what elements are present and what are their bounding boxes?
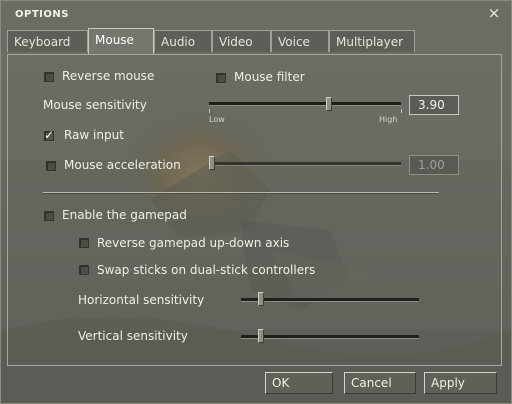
close-icon[interactable]: × [487, 5, 501, 21]
tab-voice[interactable]: Voice [271, 30, 329, 52]
cancel-button[interactable]: Cancel [344, 372, 416, 394]
reverse-mouse-checkbox[interactable] [44, 72, 54, 82]
mouse-sensitivity-slider[interactable] [209, 102, 401, 106]
mouse-acceleration-value[interactable]: 1.00 [409, 155, 459, 175]
enable-gamepad-label: Enable the gamepad [62, 208, 187, 222]
reverse-gamepad-axis-label: Reverse gamepad up-down axis [97, 236, 290, 250]
horizontal-sensitivity-thumb[interactable] [258, 292, 264, 306]
window-title: OPTIONS [15, 9, 69, 20]
ok-button[interactable]: OK [265, 372, 333, 394]
apply-button[interactable]: Apply [424, 372, 497, 394]
reverse-mouse-label: Reverse mouse [62, 69, 155, 83]
mouse-sensitivity-label: Mouse sensitivity [43, 98, 147, 112]
slider-tick [401, 109, 402, 113]
vertical-sensitivity-slider[interactable] [241, 335, 419, 339]
tab-keyboard[interactable]: Keyboard [7, 30, 88, 52]
tab-multiplayer[interactable]: Multiplayer [329, 30, 415, 52]
sensitivity-low-label: Low [209, 115, 225, 124]
vertical-sensitivity-thumb[interactable] [258, 329, 264, 343]
swap-sticks-label: Swap sticks on dual-stick controllers [97, 263, 316, 277]
slider-tick [209, 109, 210, 113]
vertical-sensitivity-label: Vertical sensitivity [78, 329, 188, 343]
mouse-filter-checkbox[interactable] [216, 73, 226, 83]
checkmark-icon: ✓ [44, 128, 55, 142]
section-divider [43, 192, 439, 194]
horizontal-sensitivity-label: Horizontal sensitivity [78, 293, 205, 307]
reverse-gamepad-axis-checkbox[interactable] [79, 238, 89, 248]
tab-video[interactable]: Video [212, 30, 271, 52]
mouse-filter-label: Mouse filter [234, 70, 305, 84]
enable-gamepad-checkbox[interactable] [44, 211, 54, 221]
tab-mouse[interactable]: Mouse [88, 28, 154, 54]
mouse-sensitivity-thumb[interactable] [326, 97, 332, 111]
options-window: OPTIONS × Keyboard Mouse Audio Video Voi… [0, 0, 512, 404]
tab-audio[interactable]: Audio [154, 30, 212, 52]
mouse-acceleration-thumb[interactable] [209, 156, 215, 170]
mouse-acceleration-label: Mouse acceleration [64, 158, 181, 172]
sensitivity-high-label: High [379, 115, 398, 124]
mouse-sensitivity-value[interactable]: 3.90 [409, 95, 459, 115]
raw-input-label: Raw input [64, 128, 124, 142]
mouse-acceleration-checkbox[interactable] [46, 161, 56, 171]
horizontal-sensitivity-slider[interactable] [241, 298, 419, 302]
mouse-acceleration-slider[interactable] [209, 162, 401, 166]
swap-sticks-checkbox[interactable] [79, 265, 89, 275]
raw-input-checkbox[interactable]: ✓ [44, 128, 55, 142]
